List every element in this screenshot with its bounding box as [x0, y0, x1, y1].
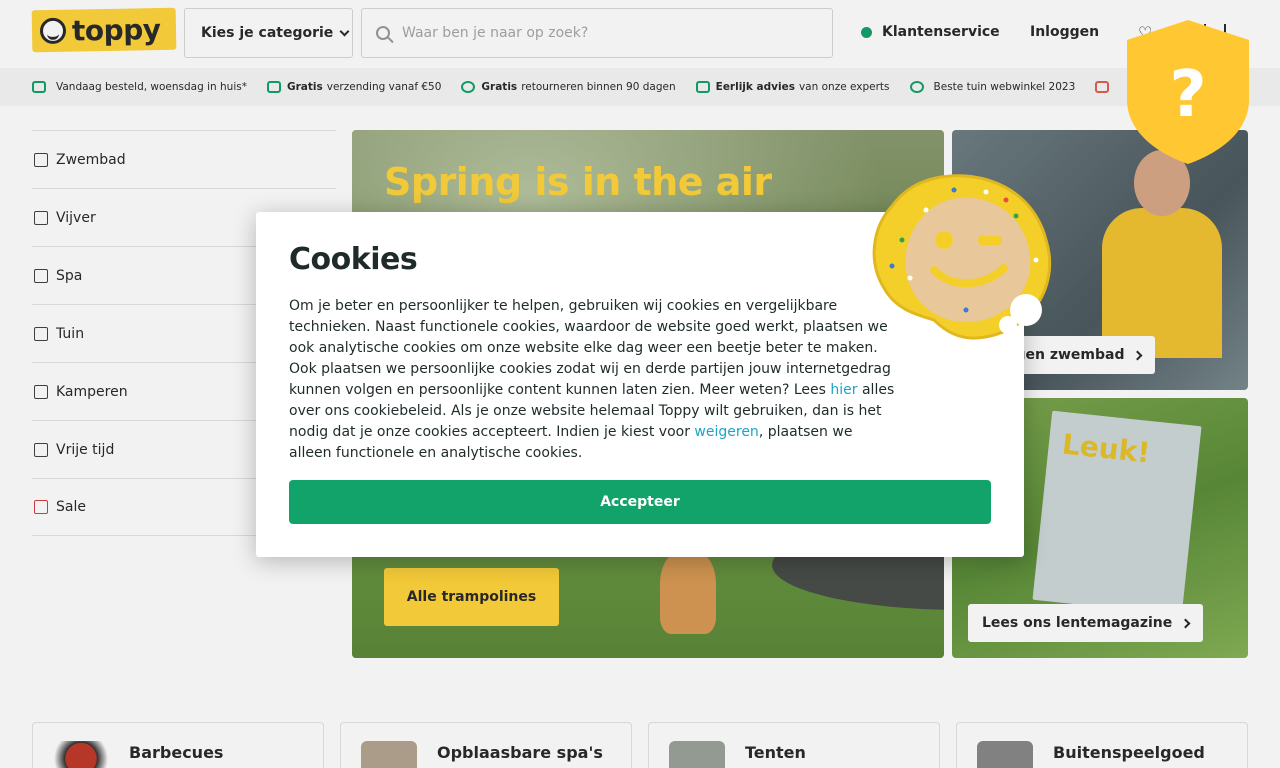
- cookie-policy-link[interactable]: hier: [830, 382, 857, 398]
- cookie-modal-body: Om je beter en persoonlijker te helpen, …: [289, 296, 899, 464]
- cookie-modal-title: Cookies: [289, 242, 418, 277]
- help-symbol: ?: [1169, 58, 1206, 132]
- cookie-text-part: Om je beter en persoonlijker te helpen, …: [289, 298, 891, 398]
- refuse-cookies-link[interactable]: weigeren: [694, 424, 758, 440]
- help-shield-icon[interactable]: ?: [1127, 20, 1249, 164]
- cookie-illustration-icon: [872, 174, 1052, 340]
- accept-cookies-button[interactable]: Accepteer: [289, 480, 991, 524]
